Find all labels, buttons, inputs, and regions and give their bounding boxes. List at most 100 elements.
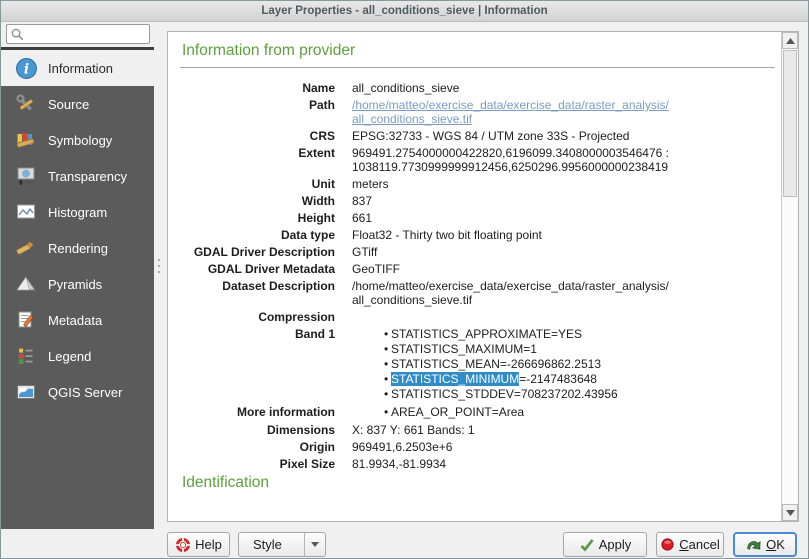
sidebar-item-label: Legend	[48, 349, 91, 364]
sidebar-item-label: Rendering	[48, 241, 108, 256]
section-title: Information from provider	[182, 42, 775, 60]
sidebar-item-pyramids[interactable]: Pyramids	[1, 266, 154, 302]
scrollbar[interactable]	[781, 32, 798, 521]
help-button[interactable]: Help	[167, 532, 230, 557]
bullet-dot: •	[384, 357, 388, 372]
row-label: GDAL Driver Metadata	[180, 262, 335, 276]
pyramids-icon	[14, 272, 38, 296]
selected-text: STATISTICS_MINIMUM	[391, 372, 519, 386]
arrow-down-icon	[786, 510, 795, 516]
sidebar-item-transparency[interactable]: Transparency	[1, 158, 154, 194]
style-button[interactable]: Style	[238, 532, 326, 557]
row-value: 661	[352, 211, 372, 225]
info-row-band-1: Band 1•STATISTICS_APPROXIMATE=YES•STATIS…	[180, 327, 775, 402]
information-icon: i	[14, 56, 38, 80]
button-label: Apply	[599, 537, 632, 552]
rendering-icon	[14, 236, 38, 260]
row-label: Compression	[180, 310, 335, 324]
row-label: GDAL Driver Description	[180, 245, 335, 259]
info-row-extent: Extent969491.2754000000422820,6196099.34…	[180, 146, 775, 174]
row-label: Pixel Size	[180, 457, 335, 471]
sidebar-item-source[interactable]: Source	[1, 86, 154, 122]
qgis-server-icon	[14, 380, 38, 404]
bullet-item: •STATISTICS_MEAN=-266696862.2513	[352, 357, 618, 372]
search-input[interactable]	[25, 25, 149, 43]
bullet-dot: •	[384, 387, 388, 402]
row-value: EPSG:32733 - WGS 84 / UTM zone 33S - Pro…	[352, 129, 629, 143]
bullet-item: •AREA_OR_POINT=Area	[352, 405, 524, 420]
legend-icon	[14, 344, 38, 368]
row-label: Name	[180, 81, 335, 95]
sidebar-item-symbology[interactable]: Symbology	[1, 122, 154, 158]
sidebar-item-metadata[interactable]: Metadata	[1, 302, 154, 338]
info-row-dataset-description: Dataset Description/home/matteo/exercise…	[180, 279, 775, 307]
info-row-width: Width837	[180, 194, 775, 208]
row-label: CRS	[180, 129, 335, 143]
section-separator	[180, 67, 775, 68]
sidebar-item-information[interactable]: i Information	[1, 50, 154, 86]
scroll-up-button[interactable]	[782, 32, 798, 49]
transparency-icon	[14, 164, 38, 188]
cancel-button[interactable]: Cancel	[656, 532, 724, 557]
row-label: Path	[180, 98, 335, 126]
sidebar-item-label: Transparency	[48, 169, 127, 184]
splitter-handle[interactable]	[158, 259, 160, 273]
info-table: Nameall_conditions_sievePath/home/matteo…	[180, 81, 775, 471]
row-value: 969491,6.2503e+6	[352, 440, 452, 454]
scrollbar-thumb[interactable]	[783, 50, 797, 197]
symbology-icon	[14, 128, 38, 152]
sidebar-item-qgis-server[interactable]: QGIS Server	[1, 374, 154, 410]
arrow-up-icon	[786, 38, 795, 44]
row-label: Height	[180, 211, 335, 225]
sidebar-item-histogram[interactable]: Histogram	[1, 194, 154, 230]
row-label: Band 1	[180, 327, 335, 402]
sidebar-search	[6, 24, 150, 44]
sidebar-item-label: Information	[48, 61, 113, 76]
source-icon	[14, 92, 38, 116]
sidebar-item-rendering[interactable]: Rendering	[1, 230, 154, 266]
bullet-dot: •	[384, 342, 388, 357]
sidebar-item-label: QGIS Server	[48, 385, 122, 400]
row-value-list: •AREA_OR_POINT=Area	[352, 405, 524, 420]
sidebar-item-label: Symbology	[48, 133, 112, 148]
info-row-compression: Compression	[180, 310, 775, 324]
button-label: Cancel	[679, 537, 719, 552]
scroll-down-button[interactable]	[782, 504, 798, 521]
info-row-more-information: More information •AREA_OR_POINT=Area	[180, 405, 775, 420]
histogram-icon	[14, 200, 38, 224]
row-value: Float32 - Thirty two bit floating point	[352, 228, 542, 242]
row-label: More information	[180, 405, 335, 420]
row-value: GTiff	[352, 245, 377, 259]
bullet-dot: •	[384, 372, 388, 387]
info-row-dimensions: DimensionsX: 837 Y: 661 Bands: 1	[180, 423, 775, 437]
chevron-down-icon[interactable]	[304, 533, 319, 556]
apply-icon	[579, 537, 595, 553]
info-row-height: Height 661	[180, 211, 775, 225]
ok-button[interactable]: OK	[733, 532, 797, 557]
row-label: Dataset Description	[180, 279, 335, 307]
row-value: GeoTIFF	[352, 262, 400, 276]
info-row-gdal-driver-metadata: GDAL Driver Metadata GeoTIFF	[180, 262, 775, 276]
info-row-origin: Origin 969491,6.2503e+6	[180, 440, 775, 454]
info-row-gdal-driver-description: GDAL Driver Description GTiff	[180, 245, 775, 259]
row-value: meters	[352, 177, 389, 191]
button-label: Style	[253, 537, 282, 552]
row-label: Unit	[180, 177, 335, 191]
sidebar-item-legend[interactable]: Legend	[1, 338, 154, 374]
titlebar[interactable]: Layer Properties - all_conditions_sieve …	[1, 1, 808, 22]
bullet-dot: •	[384, 405, 388, 420]
window-title: Layer Properties - all_conditions_sieve …	[261, 5, 547, 17]
row-value: X: 837 Y: 661 Bands: 1	[352, 423, 475, 437]
button-label: Help	[195, 537, 222, 552]
path-link[interactable]: /home/matteo/exercise_data/exercise_data…	[352, 98, 669, 126]
sidebar-item-label: Metadata	[48, 313, 102, 328]
sidebar-item-label: Pyramids	[48, 277, 102, 292]
info-row-path: Path/home/matteo/exercise_data/exercise_…	[180, 98, 775, 126]
row-label: Origin	[180, 440, 335, 454]
info-row-unit: Unit meters	[180, 177, 775, 191]
bullet-item: •STATISTICS_STDDEV=708237202.43956	[352, 387, 618, 402]
next-section-title: Identification	[182, 474, 775, 492]
row-value: /home/matteo/exercise_data/exercise_data…	[352, 279, 669, 307]
bullet-item: •STATISTICS_MINIMUM=-2147483648	[352, 372, 618, 387]
apply-button[interactable]: Apply	[563, 532, 647, 557]
